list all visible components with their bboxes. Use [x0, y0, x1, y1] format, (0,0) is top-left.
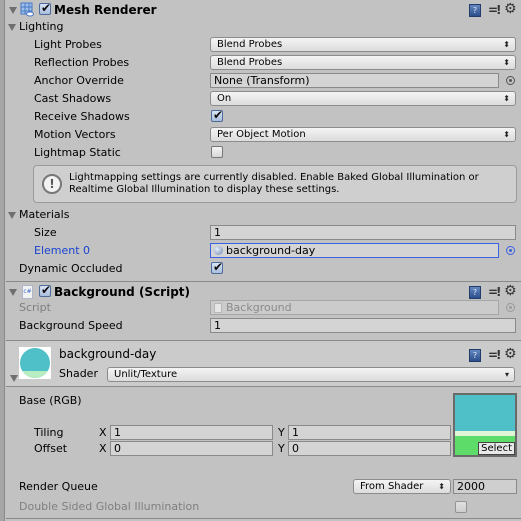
- texture-select-button[interactable]: Select: [478, 442, 515, 455]
- help-icon[interactable]: ?: [469, 286, 481, 299]
- background-speed-label: Background Speed: [19, 319, 123, 332]
- cast-shadows-value: On: [217, 93, 232, 104]
- tiling-y-label: Y: [278, 426, 285, 439]
- material-preview-thumbnail: [19, 347, 51, 379]
- object-picker-icon[interactable]: [506, 76, 515, 85]
- preset-icon[interactable]: =!: [488, 3, 501, 17]
- double-sided-gi-label: Double Sided Global Illumination: [19, 500, 200, 513]
- gear-icon[interactable]: ⚙: [504, 346, 517, 362]
- material-name: background-day: [59, 347, 157, 361]
- light-probes-label: Light Probes: [34, 38, 102, 51]
- component-title: Mesh Renderer: [54, 3, 157, 17]
- element0-label: Element 0: [34, 244, 91, 257]
- shader-dropdown[interactable]: Unlit/Texture ▾: [107, 367, 515, 382]
- separator: [6, 518, 521, 519]
- materials-size-field[interactable]: 1: [210, 225, 516, 240]
- script-value: Background: [226, 301, 292, 314]
- info-icon: !: [42, 174, 62, 194]
- mesh-renderer-header-icons: ? =! ⚙: [469, 1, 519, 17]
- foldout-mesh-renderer[interactable]: [9, 7, 17, 14]
- materials-size-label: Size: [34, 226, 57, 239]
- foldout-background-script[interactable]: [9, 289, 17, 296]
- help-icon[interactable]: ?: [469, 4, 481, 17]
- reflection-probes-value: Blend Probes: [217, 57, 283, 68]
- gear-icon[interactable]: ⚙: [504, 1, 517, 17]
- mesh-renderer-icon: [20, 2, 34, 17]
- render-queue-mode-value: From Shader: [360, 481, 424, 492]
- component-title: Background (Script): [54, 285, 191, 299]
- offset-x-field[interactable]: 0: [110, 441, 273, 456]
- background-script-enabled-checkbox[interactable]: [39, 283, 51, 297]
- background-speed-field[interactable]: 1: [210, 318, 516, 333]
- tiling-x-label: X: [99, 426, 107, 439]
- separator: [6, 386, 521, 387]
- tiling-y-field[interactable]: 1: [288, 425, 451, 440]
- object-picker-icon[interactable]: [506, 246, 515, 255]
- separator: [6, 281, 521, 282]
- foldout-material[interactable]: [10, 375, 18, 382]
- lightmap-static-checkbox[interactable]: [211, 146, 223, 158]
- anchor-override-field[interactable]: None (Transform): [210, 73, 499, 88]
- render-queue-value-field[interactable]: 2000: [453, 479, 517, 494]
- materials-header[interactable]: Materials: [19, 208, 69, 222]
- tiling-label: Tiling: [34, 426, 64, 439]
- popup-arrow-icon: ⬍: [503, 130, 510, 139]
- popup-arrow-icon: ⬍: [503, 94, 510, 103]
- material-header-icons: ? =! ⚙: [469, 346, 519, 362]
- reflection-probes-dropdown[interactable]: Blend Probes ⬍: [210, 55, 516, 70]
- motion-vectors-dropdown[interactable]: Per Object Motion ⬍: [210, 127, 516, 142]
- popup-arrow-icon: ⬍: [503, 58, 510, 67]
- object-picker-icon: [506, 303, 515, 312]
- inspector-left-gutter: [0, 0, 5, 521]
- lightmapping-help-box: ! Lightmapping settings are currently di…: [33, 165, 517, 203]
- help-text-line2: Realtime Global Illumination to display …: [69, 184, 340, 195]
- dropdown-arrow-icon: ▾: [504, 370, 509, 379]
- motion-vectors-value: Per Object Motion: [217, 129, 306, 140]
- double-sided-gi-checkbox: [455, 501, 467, 513]
- background-script-header-icons: ? =! ⚙: [469, 283, 519, 299]
- offset-label: Offset: [34, 442, 68, 455]
- foldout-materials[interactable]: [8, 212, 16, 219]
- motion-vectors-label: Motion Vectors: [34, 128, 116, 141]
- cs-script-icon: c#: [22, 285, 33, 299]
- dynamic-occluded-checkbox[interactable]: [211, 260, 223, 274]
- anchor-override-label: Anchor Override: [34, 74, 124, 87]
- preset-icon[interactable]: =!: [488, 348, 501, 362]
- lightmap-static-label: Lightmap Static: [34, 146, 121, 159]
- script-field: Background: [210, 300, 499, 315]
- help-icon[interactable]: ?: [469, 349, 481, 362]
- cast-shadows-label: Cast Shadows: [34, 92, 112, 105]
- material-icon: [214, 246, 223, 255]
- light-probes-value: Blend Probes: [217, 39, 283, 50]
- element0-field[interactable]: background-day: [210, 243, 499, 258]
- base-texture-slot[interactable]: Select: [453, 393, 517, 457]
- offset-y-label: Y: [278, 442, 285, 455]
- script-file-icon: [214, 303, 222, 313]
- cast-shadows-dropdown[interactable]: On ⬍: [210, 91, 516, 106]
- light-probes-dropdown[interactable]: Blend Probes ⬍: [210, 37, 516, 52]
- popup-arrow-icon: ⬍: [438, 482, 445, 491]
- mesh-renderer-enabled-checkbox[interactable]: [39, 1, 51, 15]
- base-rgb-label: Base (RGB): [19, 394, 82, 407]
- dynamic-occluded-label: Dynamic Occluded: [19, 262, 123, 275]
- shader-value: Unlit/Texture: [114, 369, 178, 380]
- receive-shadows-label: Receive Shadows: [34, 110, 130, 123]
- render-queue-mode-dropdown[interactable]: From Shader ⬍: [353, 479, 451, 494]
- foldout-lighting[interactable]: [8, 24, 16, 31]
- help-text-line1: Lightmapping settings are currently disa…: [69, 172, 479, 183]
- script-label: Script: [19, 301, 51, 314]
- render-queue-label: Render Queue: [19, 480, 98, 493]
- element0-value: background-day: [226, 244, 316, 257]
- receive-shadows-checkbox[interactable]: [211, 108, 223, 122]
- popup-arrow-icon: ⬍: [503, 40, 510, 49]
- tiling-x-field[interactable]: 1: [110, 425, 273, 440]
- preset-icon[interactable]: =!: [488, 285, 501, 299]
- lighting-header[interactable]: Lighting: [19, 20, 63, 34]
- offset-x-label: X: [99, 442, 107, 455]
- reflection-probes-label: Reflection Probes: [34, 56, 130, 69]
- gear-icon[interactable]: ⚙: [504, 283, 517, 299]
- offset-y-field[interactable]: 0: [288, 441, 451, 456]
- shader-label: Shader: [59, 367, 98, 380]
